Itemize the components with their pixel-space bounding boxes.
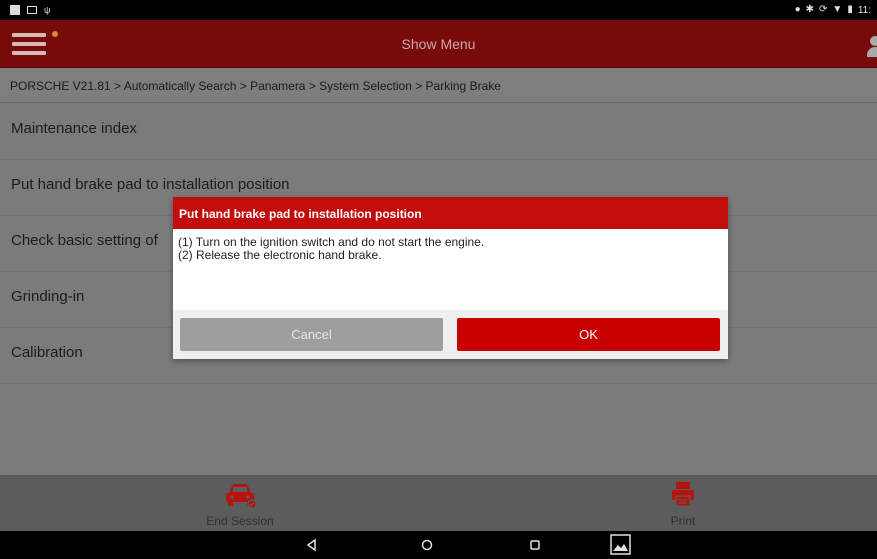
recent-apps-icon[interactable] [525,535,545,555]
notification-icon [10,5,20,15]
end-session-label: End Session [206,514,274,528]
wifi-icon: ▼ [832,4,843,15]
bottom-action-bar: End Session Print [0,475,877,531]
page-title[interactable]: Show Menu [0,20,877,68]
home-icon[interactable] [417,535,437,555]
ok-button[interactable]: OK [457,318,720,351]
sync-icon: ⟳ [819,4,828,15]
back-icon[interactable] [302,535,322,555]
dialog-message: (1) Turn on the ignition switch and do n… [173,229,728,310]
usb-icon: ψ [44,5,51,15]
status-left-icons: ψ [10,5,52,15]
status-time: 11: [857,4,871,16]
user-icon[interactable] [867,36,877,58]
app-header: Show Menu [0,20,877,68]
battery-icon: ▮ [847,4,853,15]
print-label: Print [670,514,696,528]
dialog-title: Put hand brake pad to installation posit… [173,197,728,229]
dialog-instruction-line: (2) Release the electronic hand brake. [178,248,382,262]
menu-item-maintenance-index[interactable]: Maintenance index [0,104,877,160]
printer-icon [672,482,694,507]
confirmation-dialog: Put hand brake pad to installation posit… [173,197,728,359]
status-right-icons: ● ✱ ⟳ ▼ ▮ 11: [795,5,871,16]
gallery-icon[interactable] [610,534,631,555]
location-icon: ● [794,4,801,15]
cancel-button[interactable]: Cancel [180,318,443,351]
end-session-button[interactable]: End Session [170,475,310,531]
print-button[interactable]: Print [613,475,753,531]
bluetooth-icon: ✱ [805,4,815,15]
car-icon [226,484,257,509]
breadcrumb: PORSCHE V21.81 > Automatically Search > … [0,69,877,103]
message-icon [27,6,37,14]
dialog-footer: Cancel OK [173,310,728,359]
status-bar: ψ ● ✱ ⟳ ▼ ▮ 11: [0,0,877,20]
android-nav-bar [0,531,877,559]
